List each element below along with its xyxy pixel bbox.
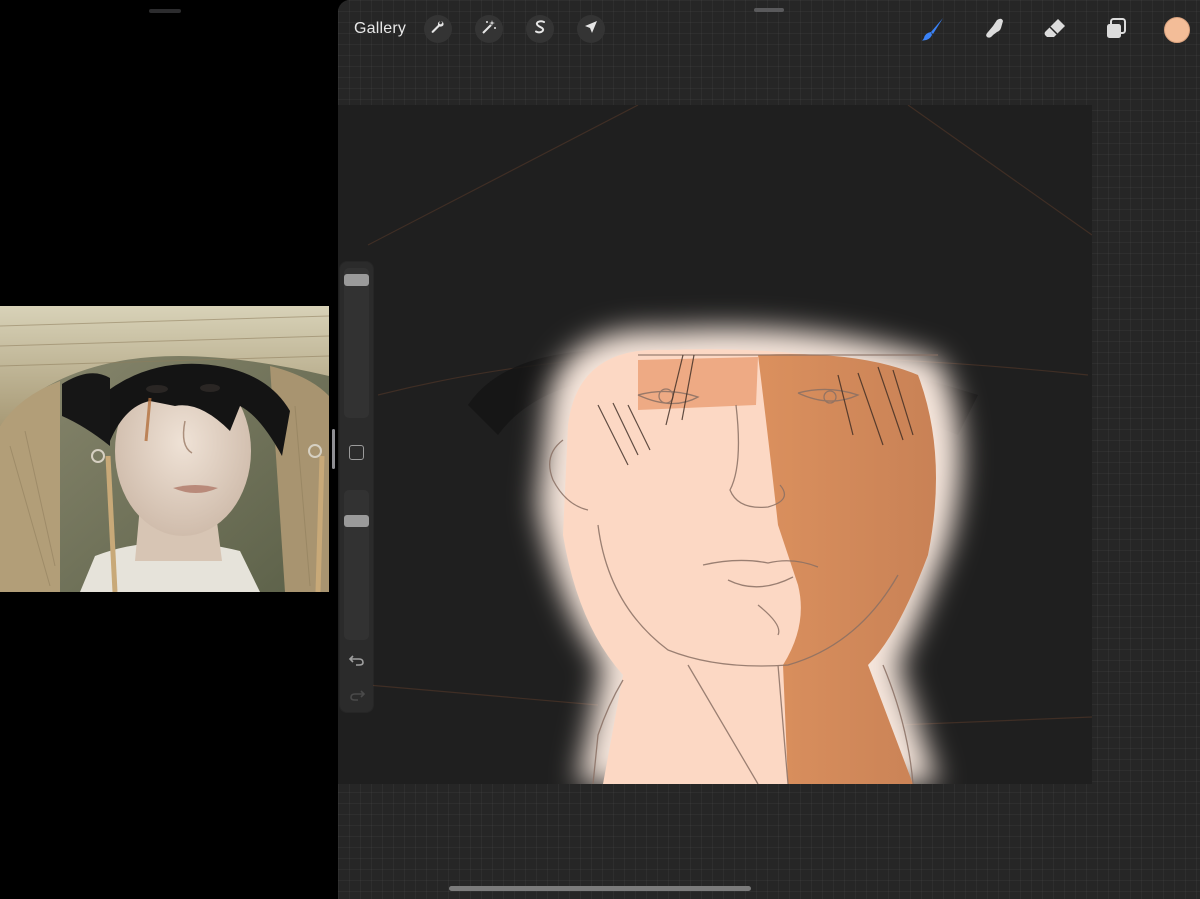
layers-button[interactable] <box>1101 16 1131 46</box>
brush-icon <box>919 15 947 48</box>
modify-button[interactable] <box>349 445 364 460</box>
multitasking-handle-top[interactable] <box>754 8 784 12</box>
reference-photo[interactable] <box>0 306 329 592</box>
opacity-thumb[interactable] <box>344 515 369 527</box>
smudge-button[interactable] <box>979 16 1009 46</box>
brush-size-thumb[interactable] <box>344 274 369 286</box>
home-indicator <box>449 886 751 891</box>
wrench-icon <box>430 19 446 40</box>
transform-button[interactable] <box>577 15 605 43</box>
multitasking-handle[interactable] <box>149 9 181 13</box>
smudge-finger-icon <box>980 15 1008 48</box>
canvas-workspace[interactable] <box>338 0 1200 899</box>
actions-button[interactable] <box>424 15 452 43</box>
gallery-button[interactable]: Gallery <box>354 20 406 38</box>
undo-icon[interactable] <box>347 650 367 670</box>
brush-button[interactable] <box>918 16 948 46</box>
sidebar-sliders <box>340 262 373 712</box>
adjustments-button[interactable] <box>475 15 503 43</box>
eraser-icon <box>1041 15 1069 48</box>
color-picker-swatch[interactable] <box>1164 17 1190 43</box>
reference-photo-image <box>0 306 329 592</box>
selection-button[interactable] <box>526 15 554 43</box>
redo-icon[interactable] <box>347 685 367 705</box>
brush-size-slider[interactable] <box>344 268 369 418</box>
selection-s-icon <box>532 19 548 40</box>
eraser-button[interactable] <box>1040 16 1070 46</box>
top-toolbar: Gallery <box>338 14 1200 48</box>
split-view-divider[interactable] <box>332 429 335 469</box>
artwork-canvas[interactable] <box>338 105 1092 784</box>
split-view-left-pane <box>0 0 332 899</box>
layers-icon <box>1103 16 1129 47</box>
opacity-slider[interactable] <box>344 490 369 640</box>
procreate-app: Gallery <box>338 0 1200 899</box>
magic-wand-icon <box>481 19 497 40</box>
arrow-cursor-icon <box>583 19 599 40</box>
